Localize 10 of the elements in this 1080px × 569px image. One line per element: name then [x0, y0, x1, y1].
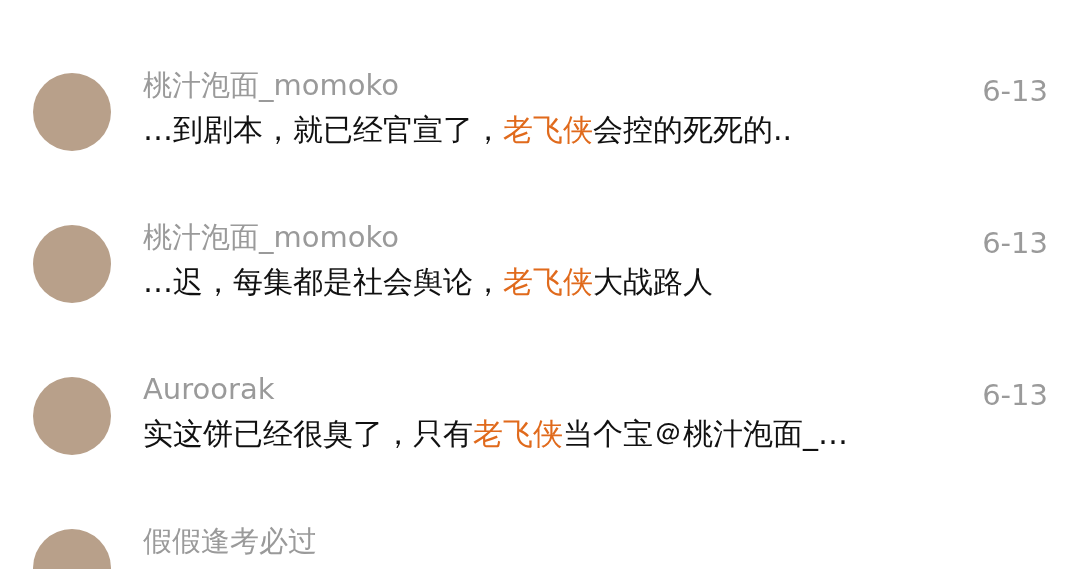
comment-text: …迟，每集都是社会舆论，老飞侠大战路人: [143, 263, 714, 301]
comment-date: 6-13: [982, 73, 1048, 110]
username[interactable]: 桃汁泡面_momoko: [143, 68, 399, 102]
comment-text: …到剧本，就已经官宣了，老飞侠会控的死死的..: [143, 111, 794, 149]
comment-date: 6-13: [982, 225, 1048, 262]
username[interactable]: 假假逢考必过: [143, 524, 317, 558]
comment-text: 实这饼已经很臭了，只有老飞侠当个宝＠桃汁泡面_…: [143, 415, 849, 453]
username[interactable]: 桃汁泡面_momoko: [143, 220, 399, 254]
comment-date: 6-13: [982, 377, 1048, 414]
username[interactable]: Auroorak: [143, 372, 275, 406]
